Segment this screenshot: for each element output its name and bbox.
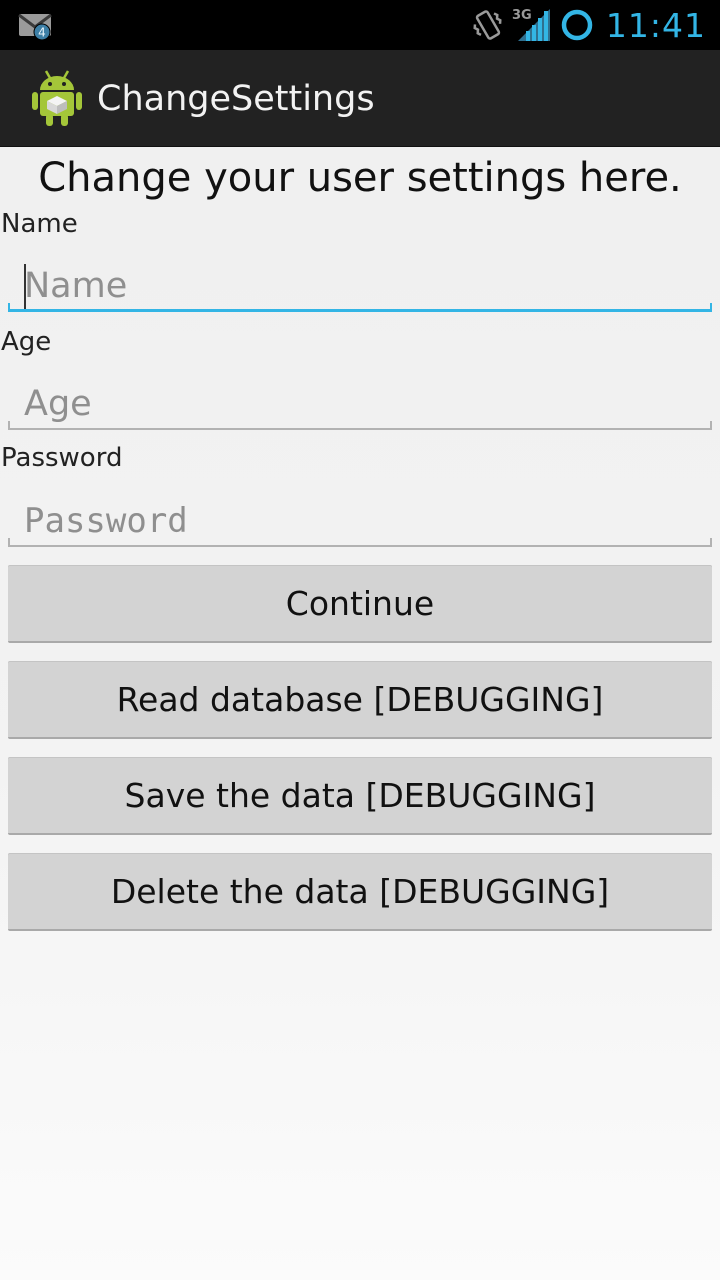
sync-icon [561, 9, 593, 41]
password-field[interactable] [8, 497, 712, 547]
name-input[interactable] [8, 262, 712, 310]
notification-count: 4 [38, 26, 46, 40]
age-input[interactable] [8, 380, 712, 428]
continue-button[interactable]: Continue [8, 565, 712, 643]
save-data-button[interactable]: Save the data [DEBUGGING] [8, 757, 712, 835]
status-bar: 4 3G 11:41 [0, 0, 720, 50]
password-label: Password [1, 443, 123, 473]
app-title: ChangeSettings [97, 79, 375, 119]
android-app-icon [30, 68, 84, 128]
read-database-button[interactable]: Read database [DEBUGGING] [8, 661, 712, 739]
age-label: Age [1, 327, 52, 357]
network-type: 3G [512, 8, 532, 23]
page-heading: Change your user settings here. [38, 155, 682, 201]
text-cursor [24, 264, 26, 310]
name-label: Name [1, 209, 78, 239]
status-icons: 3G 11:41 [472, 0, 706, 50]
status-clock: 11:41 [605, 5, 706, 45]
action-bar: ChangeSettings [0, 50, 720, 147]
age-field[interactable] [8, 380, 712, 430]
password-input[interactable] [8, 497, 712, 545]
delete-data-button[interactable]: Delete the data [DEBUGGING] [8, 853, 712, 931]
vibrate-icon [473, 10, 502, 40]
signal-icon: 3G [512, 8, 550, 41]
mail-icon: 4 [18, 11, 54, 41]
name-field[interactable] [8, 262, 712, 312]
